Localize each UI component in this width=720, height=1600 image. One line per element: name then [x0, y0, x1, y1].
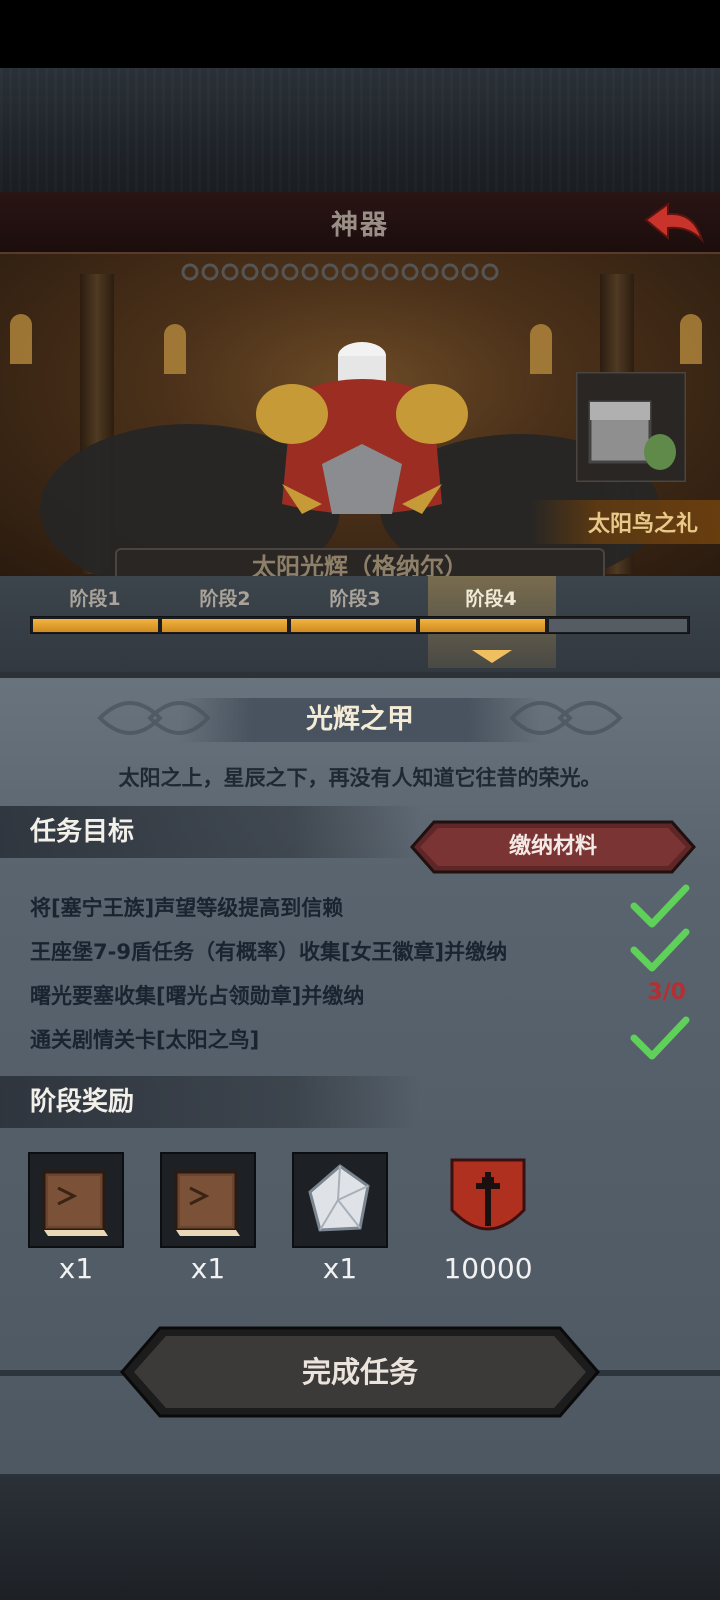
progress-segment	[291, 619, 416, 632]
chevron-down-icon	[472, 650, 512, 663]
shield-emblem-icon	[450, 1158, 526, 1231]
relic-name-banner: 太阳光辉（格纳尔）	[115, 548, 605, 578]
chain-icon	[181, 263, 499, 281]
book-icon	[174, 1170, 240, 1236]
task-item: 王座堡7-9盾任务（有概率）收集[女王徽章]并缴纳	[30, 940, 508, 964]
armor-icon	[256, 342, 468, 514]
task-item: 曙光要塞收集[曙光占领勋章]并缴纳	[30, 984, 365, 1008]
reward-item[interactable]	[28, 1152, 124, 1248]
relic-description: 太阳之上，星辰之下，再没有人知道它往昔的荣光。	[118, 766, 602, 790]
scene-window	[680, 314, 702, 364]
tab-stage-2[interactable]: 阶段2	[162, 584, 288, 612]
treasure-chest-icon[interactable]	[576, 372, 686, 482]
rewards-header: 阶段奖励	[0, 1076, 420, 1128]
task-item: 将[塞宁王族]声望等级提高到信赖	[30, 896, 344, 920]
scene-window	[530, 324, 552, 374]
tab-stage-1[interactable]: 阶段1	[32, 584, 158, 612]
reward-quantity: x1	[190, 1252, 226, 1285]
check-icon	[630, 1016, 690, 1060]
title-bar: 神器	[0, 192, 720, 254]
check-icon	[630, 884, 690, 928]
gift-label: 太阳鸟之礼	[530, 500, 720, 544]
complete-task-label: 完成任务	[301, 1355, 418, 1389]
submit-materials-button[interactable]: 缴纳材料	[410, 820, 696, 874]
tab-stage-4[interactable]: 阶段4	[428, 584, 554, 612]
status-bar-area	[0, 0, 720, 68]
complete-task-button[interactable]: 完成任务	[120, 1326, 600, 1418]
crystal-icon	[308, 1164, 370, 1232]
task-progress-count: 3/0	[647, 980, 686, 1005]
scene-window	[164, 324, 186, 374]
reward-quantity: 10000	[443, 1252, 533, 1285]
submit-materials-label: 缴纳材料	[508, 834, 597, 859]
tab-stage-3[interactable]: 阶段3	[292, 584, 418, 612]
reward-quantity: x1	[322, 1252, 358, 1285]
reward-quantity: x1	[58, 1252, 94, 1285]
top-stone-backdrop	[0, 68, 720, 192]
bottom-stone-backdrop	[0, 1474, 720, 1600]
page-title: 神器	[331, 209, 389, 241]
progress-segment	[420, 619, 545, 632]
progress-segment	[549, 619, 687, 632]
relic-title: 光辉之甲	[180, 698, 540, 742]
reward-item[interactable]	[440, 1152, 536, 1248]
scene-window	[10, 314, 32, 364]
reward-item[interactable]	[160, 1152, 256, 1248]
progress-segment	[162, 619, 287, 632]
reward-item[interactable]	[292, 1152, 388, 1248]
tasks-header: 任务目标	[0, 806, 420, 858]
panel-divider	[0, 672, 720, 678]
stage-progress-bar	[30, 616, 690, 634]
check-icon	[630, 928, 690, 972]
task-item: 通关剧情关卡[太阳之鸟]	[30, 1028, 260, 1052]
book-icon	[42, 1170, 108, 1236]
back-arrow-icon[interactable]	[642, 200, 706, 246]
progress-segment	[33, 619, 158, 632]
